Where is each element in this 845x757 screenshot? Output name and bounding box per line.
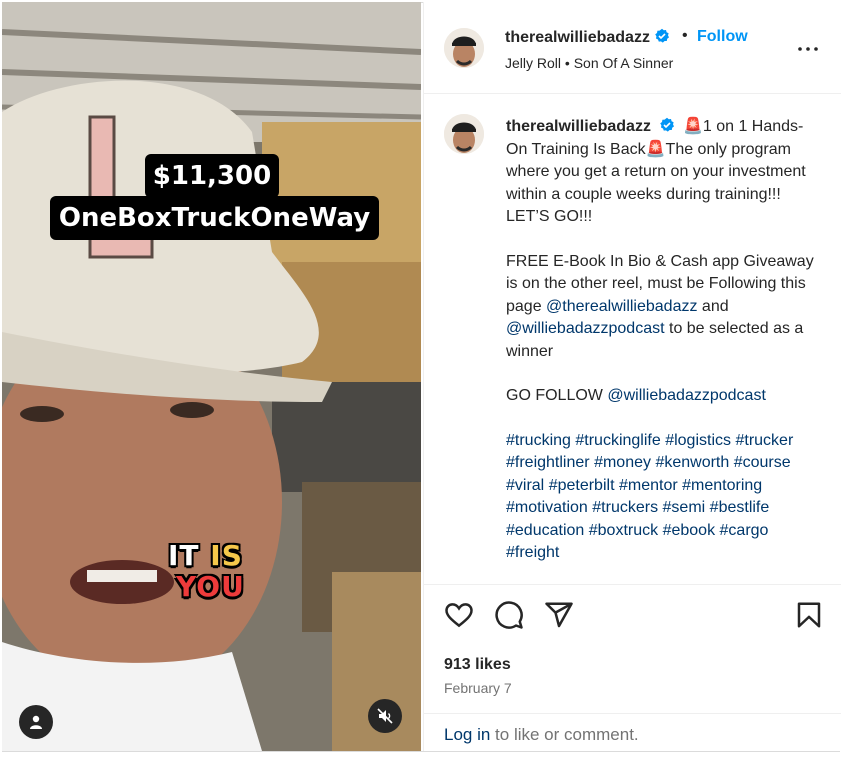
- post-caption: therealwilliebadazz 🚨1 on 1 Hands-On Trai…: [506, 116, 824, 584]
- caption-para-1: therealwilliebadazz 🚨1 on 1 Hands-On Trai…: [506, 116, 824, 229]
- mention-therealwilliebadazz[interactable]: @therealwilliebadazz: [546, 298, 697, 315]
- mute-button[interactable]: [368, 699, 402, 733]
- hashtag-link[interactable]: #bestlife: [710, 499, 770, 516]
- hashtag-link[interactable]: #mentoring: [682, 477, 762, 494]
- hashtag-link[interactable]: #freight: [506, 544, 559, 561]
- hashtag-link[interactable]: #motivation: [506, 499, 588, 516]
- hashtag-link[interactable]: #boxtruck: [589, 522, 658, 539]
- hashtag-link[interactable]: #logistics: [665, 432, 731, 449]
- video-frame-image: [2, 2, 421, 751]
- caption-para-3: GO FOLLOW @williebadazzpodcast: [506, 385, 824, 408]
- hashtag-link[interactable]: #trucking: [506, 432, 571, 449]
- user-icon: [30, 715, 42, 729]
- speaker-muted-icon: [377, 708, 393, 724]
- hashtag-link[interactable]: #education: [506, 522, 584, 539]
- hashtag-link[interactable]: #peterbilt: [549, 477, 615, 494]
- caption-word-is: IS: [210, 539, 243, 572]
- username-text[interactable]: therealwilliebadazz: [505, 29, 650, 46]
- avatar-image: [444, 114, 484, 154]
- hashtag-link[interactable]: #semi: [663, 499, 706, 516]
- hashtag-list: #trucking #truckinglife #logistics #truc…: [506, 430, 824, 565]
- caption-and: and: [697, 297, 729, 315]
- tagged-users-button[interactable]: [19, 705, 53, 739]
- avatar[interactable]: [444, 28, 484, 68]
- avatar-image: [444, 28, 484, 68]
- hashtag-link[interactable]: #mentor: [619, 477, 678, 494]
- route-overlay: OneBoxTruckOneWay: [50, 196, 379, 240]
- hashtag-link[interactable]: #money: [594, 454, 651, 471]
- price-overlay: $11,300: [145, 154, 279, 198]
- hashtag-link[interactable]: #cargo: [720, 522, 769, 539]
- post-panel: therealwilliebadazz • Follow Jelly Roll …: [423, 2, 841, 751]
- post-date[interactable]: February 7: [444, 680, 512, 696]
- follow-button[interactable]: Follow: [697, 28, 748, 46]
- comments-area[interactable]: therealwilliebadazz 🚨1 on 1 Hands-On Trai…: [424, 94, 841, 585]
- save-bookmark-icon[interactable]: [794, 600, 824, 630]
- hashtag-link[interactable]: #ebook: [663, 522, 716, 539]
- hashtag-link[interactable]: #truckers: [592, 499, 658, 516]
- caption-go-follow: GO FOLLOW: [506, 387, 608, 404]
- post-header: therealwilliebadazz • Follow Jelly Roll …: [424, 2, 841, 94]
- post-username[interactable]: therealwilliebadazz: [505, 28, 670, 47]
- likes-count[interactable]: 913 likes: [444, 656, 511, 674]
- login-rest-text: to like or comment.: [490, 725, 639, 744]
- caption-username[interactable]: therealwilliebadazz: [506, 118, 651, 135]
- verified-badge-icon: [655, 28, 669, 43]
- login-text: Log in to like or comment.: [444, 725, 639, 745]
- comment-bubble-icon[interactable]: [494, 600, 524, 630]
- hashtag-link[interactable]: #viral: [506, 477, 544, 494]
- hashtag-link[interactable]: #kenworth: [655, 454, 729, 471]
- mention-williebadazzpodcast[interactable]: @williebadazzpodcast: [506, 320, 665, 337]
- more-options-icon[interactable]: [796, 37, 820, 61]
- hashtag-link[interactable]: #truckinglife: [575, 432, 660, 449]
- caption-avatar[interactable]: [444, 114, 484, 154]
- verified-badge-icon: [660, 117, 674, 132]
- caption-word-it: IT: [168, 539, 200, 572]
- hashtag-link[interactable]: #course: [734, 454, 791, 471]
- post-actions: 913 likes February 7: [424, 586, 841, 716]
- audio-track[interactable]: Jelly Roll • Son Of A Sinner: [505, 55, 673, 71]
- hashtag-link[interactable]: #freightliner: [506, 454, 590, 471]
- login-link[interactable]: Log in: [444, 725, 490, 744]
- caption-word-you: YOU: [176, 570, 245, 603]
- caption-para-2: FREE E-Book In Bio & Cash app Giveaway i…: [506, 251, 824, 364]
- video-caption-overlay: IT IS YOU: [168, 540, 245, 602]
- like-heart-icon[interactable]: [444, 600, 474, 630]
- reel-video[interactable]: $11,300 OneBoxTruckOneWay IT IS YOU: [2, 2, 421, 751]
- header-separator: •: [682, 27, 688, 44]
- mention-williebadazzpodcast-2[interactable]: @williebadazzpodcast: [607, 387, 766, 404]
- login-prompt: Log in to like or comment.: [424, 713, 841, 752]
- hashtag-link[interactable]: #trucker: [735, 432, 793, 449]
- share-paper-plane-icon[interactable]: [544, 600, 574, 630]
